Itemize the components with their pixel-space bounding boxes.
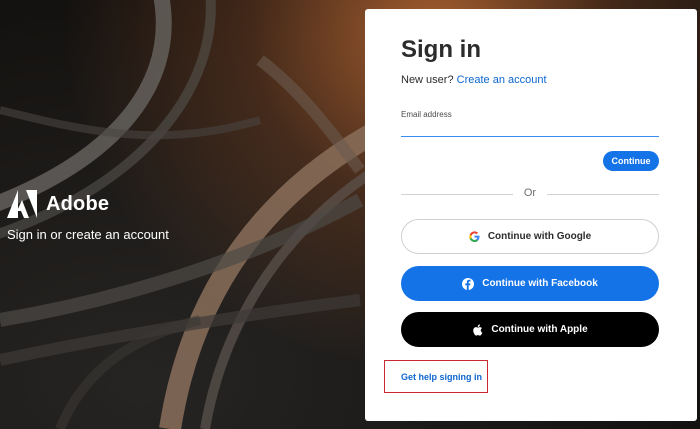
brand-panel: Adobe Sign in or create an account (7, 190, 169, 242)
divider-text: Or (523, 187, 537, 199)
adobe-logo-icon (7, 190, 37, 218)
help-signin-link[interactable]: Get help signing in (401, 372, 482, 382)
or-divider: Or (401, 187, 659, 199)
email-field[interactable] (401, 122, 659, 137)
page-title: Sign in (401, 36, 481, 63)
google-signin-button[interactable]: Continue with Google (401, 219, 659, 254)
facebook-signin-button[interactable]: Continue with Facebook (401, 266, 659, 301)
continue-button[interactable]: Continue (603, 151, 659, 171)
new-user-row: New user? Create an account (401, 74, 547, 86)
create-account-link[interactable]: Create an account (457, 74, 547, 86)
new-user-text: New user? (401, 74, 454, 86)
apple-button-label: Continue with Apple (491, 324, 588, 335)
apple-signin-button[interactable]: Continue with Apple (401, 312, 659, 347)
signin-card: Sign in New user? Create an account Emai… (365, 9, 697, 421)
brand-name: Adobe (46, 192, 110, 215)
google-button-label: Continue with Google (487, 231, 592, 242)
divider-line-right (547, 194, 659, 195)
google-icon (469, 231, 480, 242)
email-label: Email address (401, 110, 452, 119)
facebook-icon (462, 277, 475, 290)
brand-tagline: Sign in or create an account (7, 227, 169, 242)
apple-icon (472, 323, 483, 336)
facebook-button-label: Continue with Facebook (482, 278, 598, 289)
